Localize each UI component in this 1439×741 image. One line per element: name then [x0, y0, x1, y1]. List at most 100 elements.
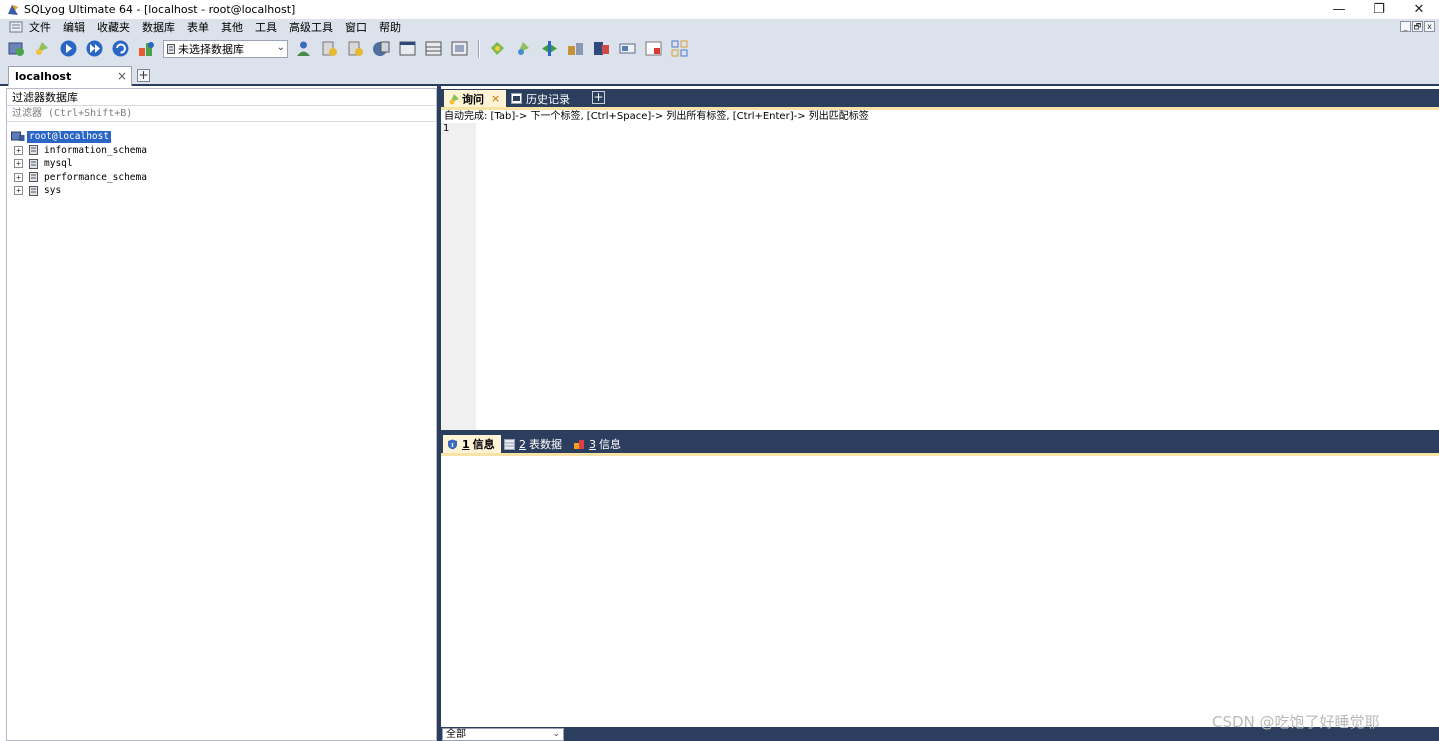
new-connection-icon[interactable]: [7, 39, 26, 58]
database-icon: [29, 158, 38, 169]
database-filter-input[interactable]: 过滤器 (Ctrl+Shift+B): [7, 106, 436, 122]
object-browser: 过滤器数据库 过滤器 (Ctrl+Shift+B) root@localhost…: [6, 88, 437, 741]
tree-item-performance-schema[interactable]: + performance_schema: [11, 171, 147, 185]
expand-icon[interactable]: +: [14, 172, 23, 182]
execute-query-icon[interactable]: [59, 39, 78, 58]
menu-database[interactable]: 数据库: [142, 19, 175, 35]
mdi-restore-button[interactable]: 🗗: [1412, 21, 1423, 32]
chevron-down-icon: ⌄: [276, 41, 285, 53]
autocomplete-hint: 自动完成: [Tab]-> 下一个标签, [Ctrl+Space]-> 列出所有…: [444, 111, 869, 122]
database-selector[interactable]: 未选择数据库 ⌄: [163, 39, 288, 58]
minimize-button[interactable]: —: [1319, 0, 1359, 19]
expand-icon[interactable]: +: [14, 186, 23, 196]
tree-item-label: performance_schema: [44, 171, 147, 183]
tab-query[interactable]: 询问 ×: [444, 90, 506, 107]
database-icon: [29, 145, 38, 156]
close-tab-icon[interactable]: ×: [117, 69, 127, 83]
database-selector-value: 未选择数据库: [178, 42, 244, 56]
tree-root-label: root@localhost: [27, 130, 112, 143]
restore-icon[interactable]: [346, 39, 365, 58]
menu-favorites[interactable]: 收藏夹: [97, 19, 130, 35]
menu-bar: 文件 编辑 收藏夹 数据库 表单 其他 工具 高级工具 窗口 帮助 _ 🗗 x: [0, 19, 1439, 35]
user-manager-icon[interactable]: [294, 39, 313, 58]
menu-table[interactable]: 表单: [187, 19, 209, 35]
mdi-close-button[interactable]: x: [1424, 21, 1435, 32]
data-sync-icon[interactable]: [566, 39, 585, 58]
database-icon: [29, 172, 38, 183]
menu-file[interactable]: 文件: [29, 19, 51, 35]
tree-item-mysql[interactable]: + mysql: [11, 157, 147, 171]
tab-label: 表数据: [529, 438, 562, 451]
message-filter-value: 全部: [446, 729, 466, 740]
tab-history[interactable]: 历史记录: [509, 90, 595, 107]
mdi-minimize-button[interactable]: _: [1400, 21, 1411, 32]
menu-window[interactable]: 窗口: [345, 19, 367, 35]
result-tab-bar: 1 信息 2 表数据 3 信息: [441, 434, 1439, 453]
tab-number: 2: [519, 437, 526, 451]
tab-label: 信息: [472, 438, 495, 451]
query-tab-bar: 询问 × 历史记录 +: [441, 89, 1439, 107]
document-icon: [9, 21, 23, 33]
notifications-icon[interactable]: [618, 39, 637, 58]
info-icon: [574, 439, 584, 449]
database-icon: [29, 185, 38, 196]
job-agent-icon[interactable]: [592, 39, 611, 58]
add-query-tab-button[interactable]: +: [592, 91, 605, 104]
tab-info[interactable]: 3 信息: [571, 435, 623, 453]
query-icon: [449, 93, 459, 104]
import-icon[interactable]: [372, 39, 391, 58]
tab-label: 信息: [599, 438, 621, 451]
menu-others[interactable]: 其他: [221, 19, 243, 35]
line-number-gutter: 1: [441, 123, 476, 430]
query-builder-icon[interactable]: [514, 39, 533, 58]
expand-icon[interactable]: +: [14, 159, 23, 169]
tree-item-sys[interactable]: + sys: [11, 184, 147, 198]
tree-item-label: sys: [44, 185, 62, 197]
close-tab-icon[interactable]: ×: [491, 92, 500, 105]
window-titlebar: SQLyog Ultimate 64 - [localhost - root@l…: [0, 0, 1439, 19]
window-title: SQLyog Ultimate 64 - [localhost - root@l…: [24, 3, 296, 16]
backup-icon[interactable]: [320, 39, 339, 58]
sqlyog-dolphin-icon: [8, 4, 18, 15]
sql-editor[interactable]: 1: [441, 123, 1439, 430]
add-connection-tab-button[interactable]: +: [137, 69, 150, 82]
table-structure-icon[interactable]: [424, 39, 443, 58]
menu-advanced-tools[interactable]: 高级工具: [289, 19, 333, 35]
sync-icon[interactable]: [488, 39, 507, 58]
tree-item-information-schema[interactable]: + information_schema: [11, 144, 147, 158]
close-window-button[interactable]: ✕: [1399, 0, 1439, 19]
expand-icon[interactable]: +: [14, 145, 23, 155]
report-icon[interactable]: [644, 39, 663, 58]
chevron-down-icon: ⌄: [552, 729, 560, 739]
restore-button[interactable]: ❐: [1359, 0, 1399, 19]
server-icon: [11, 131, 25, 142]
database-icon: [167, 43, 175, 54]
structure-compare-icon[interactable]: [670, 39, 689, 58]
tab-query-label: 询问: [462, 92, 484, 106]
message-filter-select[interactable]: 全部 ⌄: [442, 728, 564, 741]
tree-root[interactable]: root@localhost: [11, 130, 147, 144]
tree-item-label: information_schema: [44, 144, 147, 156]
connection-tab-bar: localhost × +: [0, 62, 1439, 86]
menu-help[interactable]: 帮助: [379, 19, 401, 35]
tab-number: 3: [589, 437, 596, 451]
connection-tab-localhost[interactable]: localhost ×: [8, 66, 132, 86]
schema-sync-icon[interactable]: [540, 39, 559, 58]
tab-number: 1: [462, 437, 470, 451]
watermark: CSDN @吃饱了好睡觉耶: [1212, 713, 1380, 731]
toolbar: 未选择数据库 ⌄: [0, 35, 1439, 62]
refresh-icon[interactable]: [111, 39, 130, 58]
table-icon: [504, 438, 515, 450]
tab-table-data[interactable]: 2 表数据: [502, 435, 566, 453]
table-list-icon[interactable]: [450, 39, 469, 58]
execute-all-icon[interactable]: [85, 39, 104, 58]
menu-tools[interactable]: 工具: [255, 19, 277, 35]
tab-messages[interactable]: 1 信息: [443, 435, 501, 453]
schema-designer-icon[interactable]: [137, 39, 156, 58]
table-data-icon[interactable]: [398, 39, 417, 58]
menu-edit[interactable]: 编辑: [63, 19, 85, 35]
result-panel: [441, 456, 1439, 727]
line-number: 1: [443, 123, 450, 134]
new-query-icon[interactable]: [33, 39, 52, 58]
tab-history-label: 历史记录: [526, 92, 570, 106]
